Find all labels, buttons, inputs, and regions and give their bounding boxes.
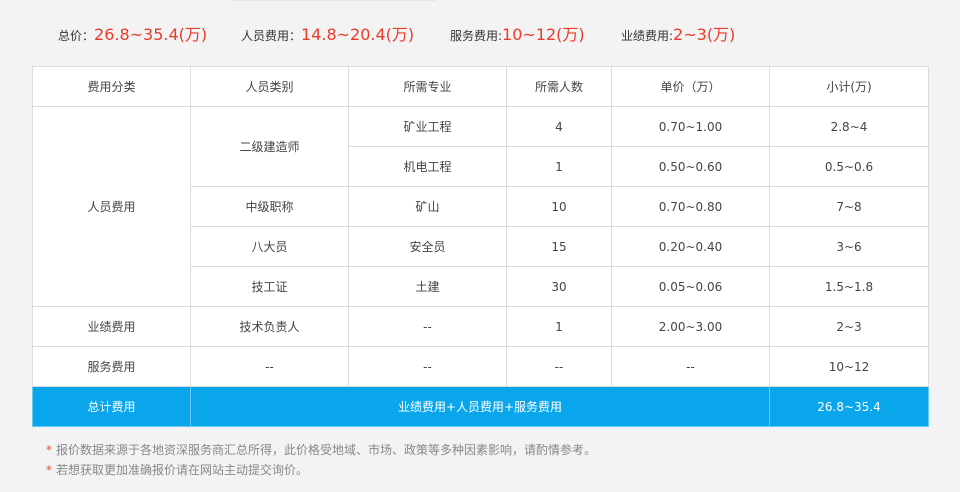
- person-type-cell: 二级建造师: [190, 106, 349, 187]
- count-cell: 15: [506, 226, 612, 267]
- subtotal-cell: 10~12: [769, 346, 929, 387]
- major-cell: --: [348, 346, 507, 387]
- top-tab-edge: [232, 0, 436, 4]
- note-text: 若想获取更加准确报价请在网站主动提交询价。: [56, 463, 309, 477]
- summary-person-label: 人员费用：: [241, 29, 302, 43]
- price-cell: 0.50~0.60: [611, 146, 770, 187]
- count-cell: --: [506, 346, 612, 387]
- note-text: 报价数据来源于各地资深服务商汇总所得，此价格受地域、市场、政策等多种因素影响，请…: [56, 443, 597, 457]
- subtotal-cell: 2~3: [769, 306, 929, 347]
- subtotal-cell: 1.5~1.8: [769, 266, 929, 307]
- major-cell: 矿山: [348, 186, 507, 227]
- subtotal-cell: 3~6: [769, 226, 929, 267]
- summary-service-value: 10~12(万): [502, 25, 585, 44]
- subtotal-cell: 2.8~4: [769, 106, 929, 147]
- count-cell: 1: [506, 146, 612, 187]
- summary-person-value: 14.8~20.4(万): [301, 25, 415, 44]
- price-table: 费用分类 人员类别 所需专业 所需人数 单价（万） 小计(万) 人员费用 二级建…: [32, 66, 929, 427]
- summary-service-label: 服务费用:: [450, 29, 503, 43]
- category-cell: 人员费用: [32, 106, 191, 307]
- count-cell: 4: [506, 106, 612, 147]
- table-row: 业绩费用 技术负责人 -- 1 2.00~3.00 2~3: [32, 306, 929, 347]
- price-cell: 0.70~1.00: [611, 106, 770, 147]
- major-cell: 机电工程: [348, 146, 507, 187]
- price-cell: 0.70~0.80: [611, 186, 770, 227]
- person-type-cell: 中级职称: [190, 186, 349, 227]
- price-summary: 总价：26.8~35.4(万) 人员费用：14.8~20.4(万) 服务费用:1…: [58, 24, 918, 46]
- major-cell: 安全员: [348, 226, 507, 267]
- major-cell: 矿业工程: [348, 106, 507, 147]
- person-type-cell: 技工证: [190, 266, 349, 307]
- header-cell: 所需人数: [506, 66, 612, 107]
- asterisk-icon: *: [46, 463, 52, 477]
- category-cell: 服务费用: [32, 346, 191, 387]
- major-cell: 土建: [348, 266, 507, 307]
- count-cell: 10: [506, 186, 612, 227]
- count-cell: 30: [506, 266, 612, 307]
- price-cell: 0.20~0.40: [611, 226, 770, 267]
- header-cell: 所需专业: [348, 66, 507, 107]
- count-cell: 1: [506, 306, 612, 347]
- summary-person: 人员费用：14.8~20.4(万): [241, 24, 414, 47]
- subtotal-cell: 0.5~0.6: [769, 146, 929, 187]
- header-cell: 费用分类: [32, 66, 191, 107]
- major-cell: --: [348, 306, 507, 347]
- summary-perf-label: 业绩费用:: [621, 29, 674, 43]
- total-subtotal-cell: 26.8~35.4: [769, 386, 929, 427]
- summary-perf: 业绩费用:2~3(万): [621, 24, 735, 47]
- total-row: 总计费用 业绩费用+人员费用+服务费用 26.8~35.4: [32, 386, 929, 427]
- header-cell: 单价（万）: [611, 66, 770, 107]
- price-table-wrapper: 费用分类 人员类别 所需专业 所需人数 单价（万） 小计(万) 人员费用 二级建…: [32, 66, 929, 427]
- price-cell: --: [611, 346, 770, 387]
- person-type-cell: 技术负责人: [190, 306, 349, 347]
- table-row: 人员费用 二级建造师 矿业工程 4 0.70~1.00 2.8~4: [32, 106, 929, 307]
- summary-service: 服务费用:10~12(万): [450, 24, 585, 47]
- summary-total-value: 26.8~35.4(万): [94, 25, 208, 44]
- person-type-cell: --: [190, 346, 349, 387]
- summary-perf-value: 2~3(万): [673, 25, 736, 44]
- table-header-row: 费用分类 人员类别 所需专业 所需人数 单价（万） 小计(万): [32, 66, 929, 107]
- note-line: * 报价数据来源于各地资深服务商汇总所得，此价格受地域、市场、政策等多种因素影响，…: [46, 440, 926, 460]
- price-cell: 2.00~3.00: [611, 306, 770, 347]
- disclaimer-notes: * 报价数据来源于各地资深服务商汇总所得，此价格受地域、市场、政策等多种因素影响，…: [46, 440, 926, 480]
- summary-total: 总价：26.8~35.4(万): [58, 24, 207, 47]
- summary-total-label: 总价：: [58, 29, 95, 43]
- total-category-cell: 总计费用: [32, 386, 191, 427]
- header-cell: 小计(万): [769, 66, 929, 107]
- person-type-cell: 八大员: [190, 226, 349, 267]
- total-formula-cell: 业绩费用+人员费用+服务费用: [190, 386, 770, 427]
- asterisk-icon: *: [46, 443, 52, 457]
- subtotal-cell: 7~8: [769, 186, 929, 227]
- note-line: * 若想获取更加准确报价请在网站主动提交询价。: [46, 460, 926, 480]
- header-cell: 人员类别: [190, 66, 349, 107]
- table-row: 服务费用 -- -- -- -- 10~12: [32, 346, 929, 387]
- price-cell: 0.05~0.06: [611, 266, 770, 307]
- category-cell: 业绩费用: [32, 306, 191, 347]
